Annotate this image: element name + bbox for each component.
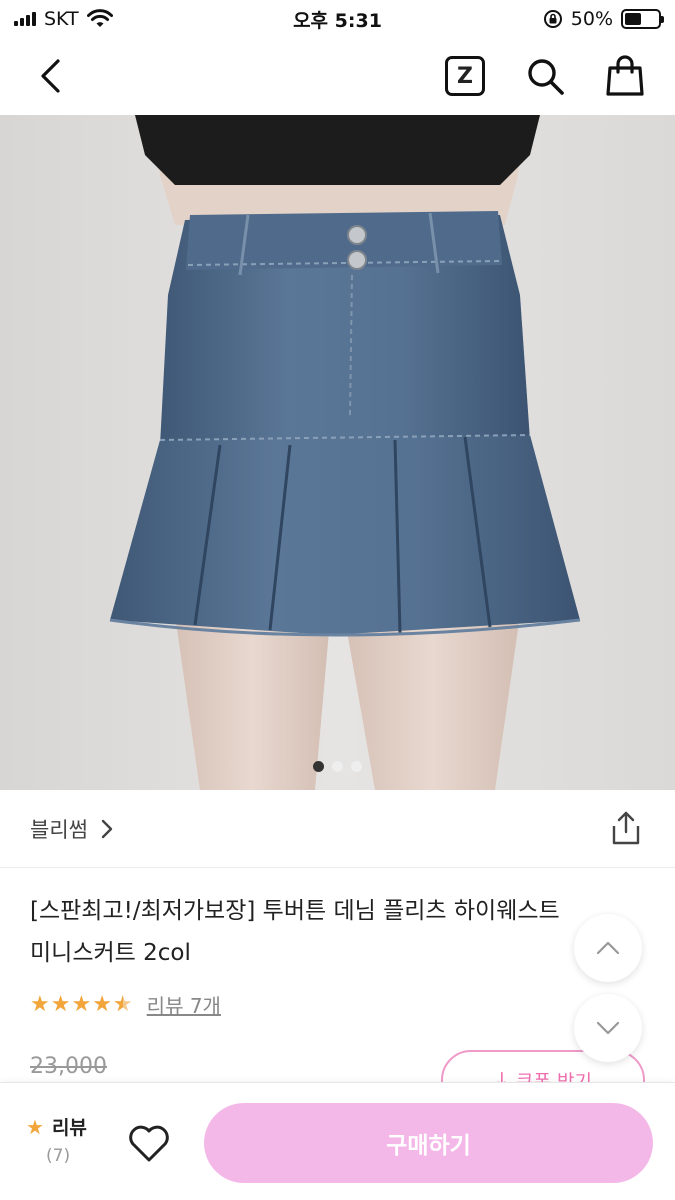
shop-link[interactable]: 블리썸: [30, 814, 114, 844]
pagination-dot[interactable]: [351, 761, 362, 772]
pagination-dot[interactable]: [313, 761, 324, 772]
chevron-down-icon: [596, 1021, 620, 1035]
chevron-up-icon: [596, 941, 620, 955]
star-half-icon: ★★: [112, 992, 133, 1017]
star-full-icon: ★: [71, 992, 92, 1017]
star-full-icon: ★: [30, 992, 50, 1017]
review-summary[interactable]: ★ 리뷰 (7): [26, 1113, 106, 1167]
shop-row: 블리썸: [0, 790, 675, 868]
review-count: (7): [46, 1146, 71, 1166]
battery-icon: [621, 9, 664, 29]
shopping-bag-icon[interactable]: [604, 54, 646, 98]
buy-button[interactable]: 구매하기: [204, 1103, 653, 1183]
chevron-right-icon: [101, 819, 113, 838]
nav-header: Z: [0, 38, 675, 115]
search-icon[interactable]: [524, 55, 566, 97]
status-time: 오후 5:31: [293, 9, 382, 32]
star-full-icon: ★: [50, 992, 71, 1017]
image-pagination: [0, 761, 675, 772]
cellular-signal-icon: [14, 12, 36, 26]
carrier-label: SKT: [44, 8, 79, 30]
z-logo-icon: Z: [457, 63, 473, 89]
back-button[interactable]: [30, 54, 70, 98]
battery-percent: 50%: [570, 8, 613, 30]
bottom-action-bar: ★ 리뷰 (7) 구매하기: [0, 1082, 675, 1200]
product-photo: [0, 115, 675, 790]
chevron-left-icon: [41, 59, 60, 93]
orientation-lock-icon: [543, 10, 562, 28]
review-count-link[interactable]: 리뷰 7개: [147, 990, 221, 1019]
pagination-dot[interactable]: [332, 761, 343, 772]
zigzag-home-button[interactable]: Z: [445, 56, 485, 96]
share-icon[interactable]: [609, 810, 643, 846]
star-full-icon: ★: [92, 992, 112, 1017]
product-title-line-2: 미니스커트 2col: [30, 940, 191, 966]
scroll-up-button[interactable]: [574, 914, 642, 982]
product-title: [스판최고!/최저가보장] 투버튼 데님 플리츠 하이웨스트 미니스커트 2co…: [30, 890, 650, 974]
scroll-down-button[interactable]: [574, 994, 642, 1062]
rating-row: ★★★★★★ 리뷰 7개: [30, 990, 221, 1019]
review-label: 리뷰: [51, 1117, 87, 1139]
star-rating: ★★★★★★: [30, 992, 133, 1017]
heart-icon[interactable]: [126, 1121, 172, 1165]
product-image[interactable]: [0, 115, 675, 790]
wifi-icon: [86, 9, 113, 27]
shop-name: 블리썸: [30, 817, 88, 842]
status-bar: SKT 오후 5:31 50%: [0, 0, 675, 38]
star-icon: ★: [26, 1114, 44, 1139]
product-title-line-1: [스판최고!/최저가보장] 투버튼 데님 플리츠 하이웨스트: [30, 898, 560, 924]
original-price: 23,000: [30, 1054, 107, 1079]
